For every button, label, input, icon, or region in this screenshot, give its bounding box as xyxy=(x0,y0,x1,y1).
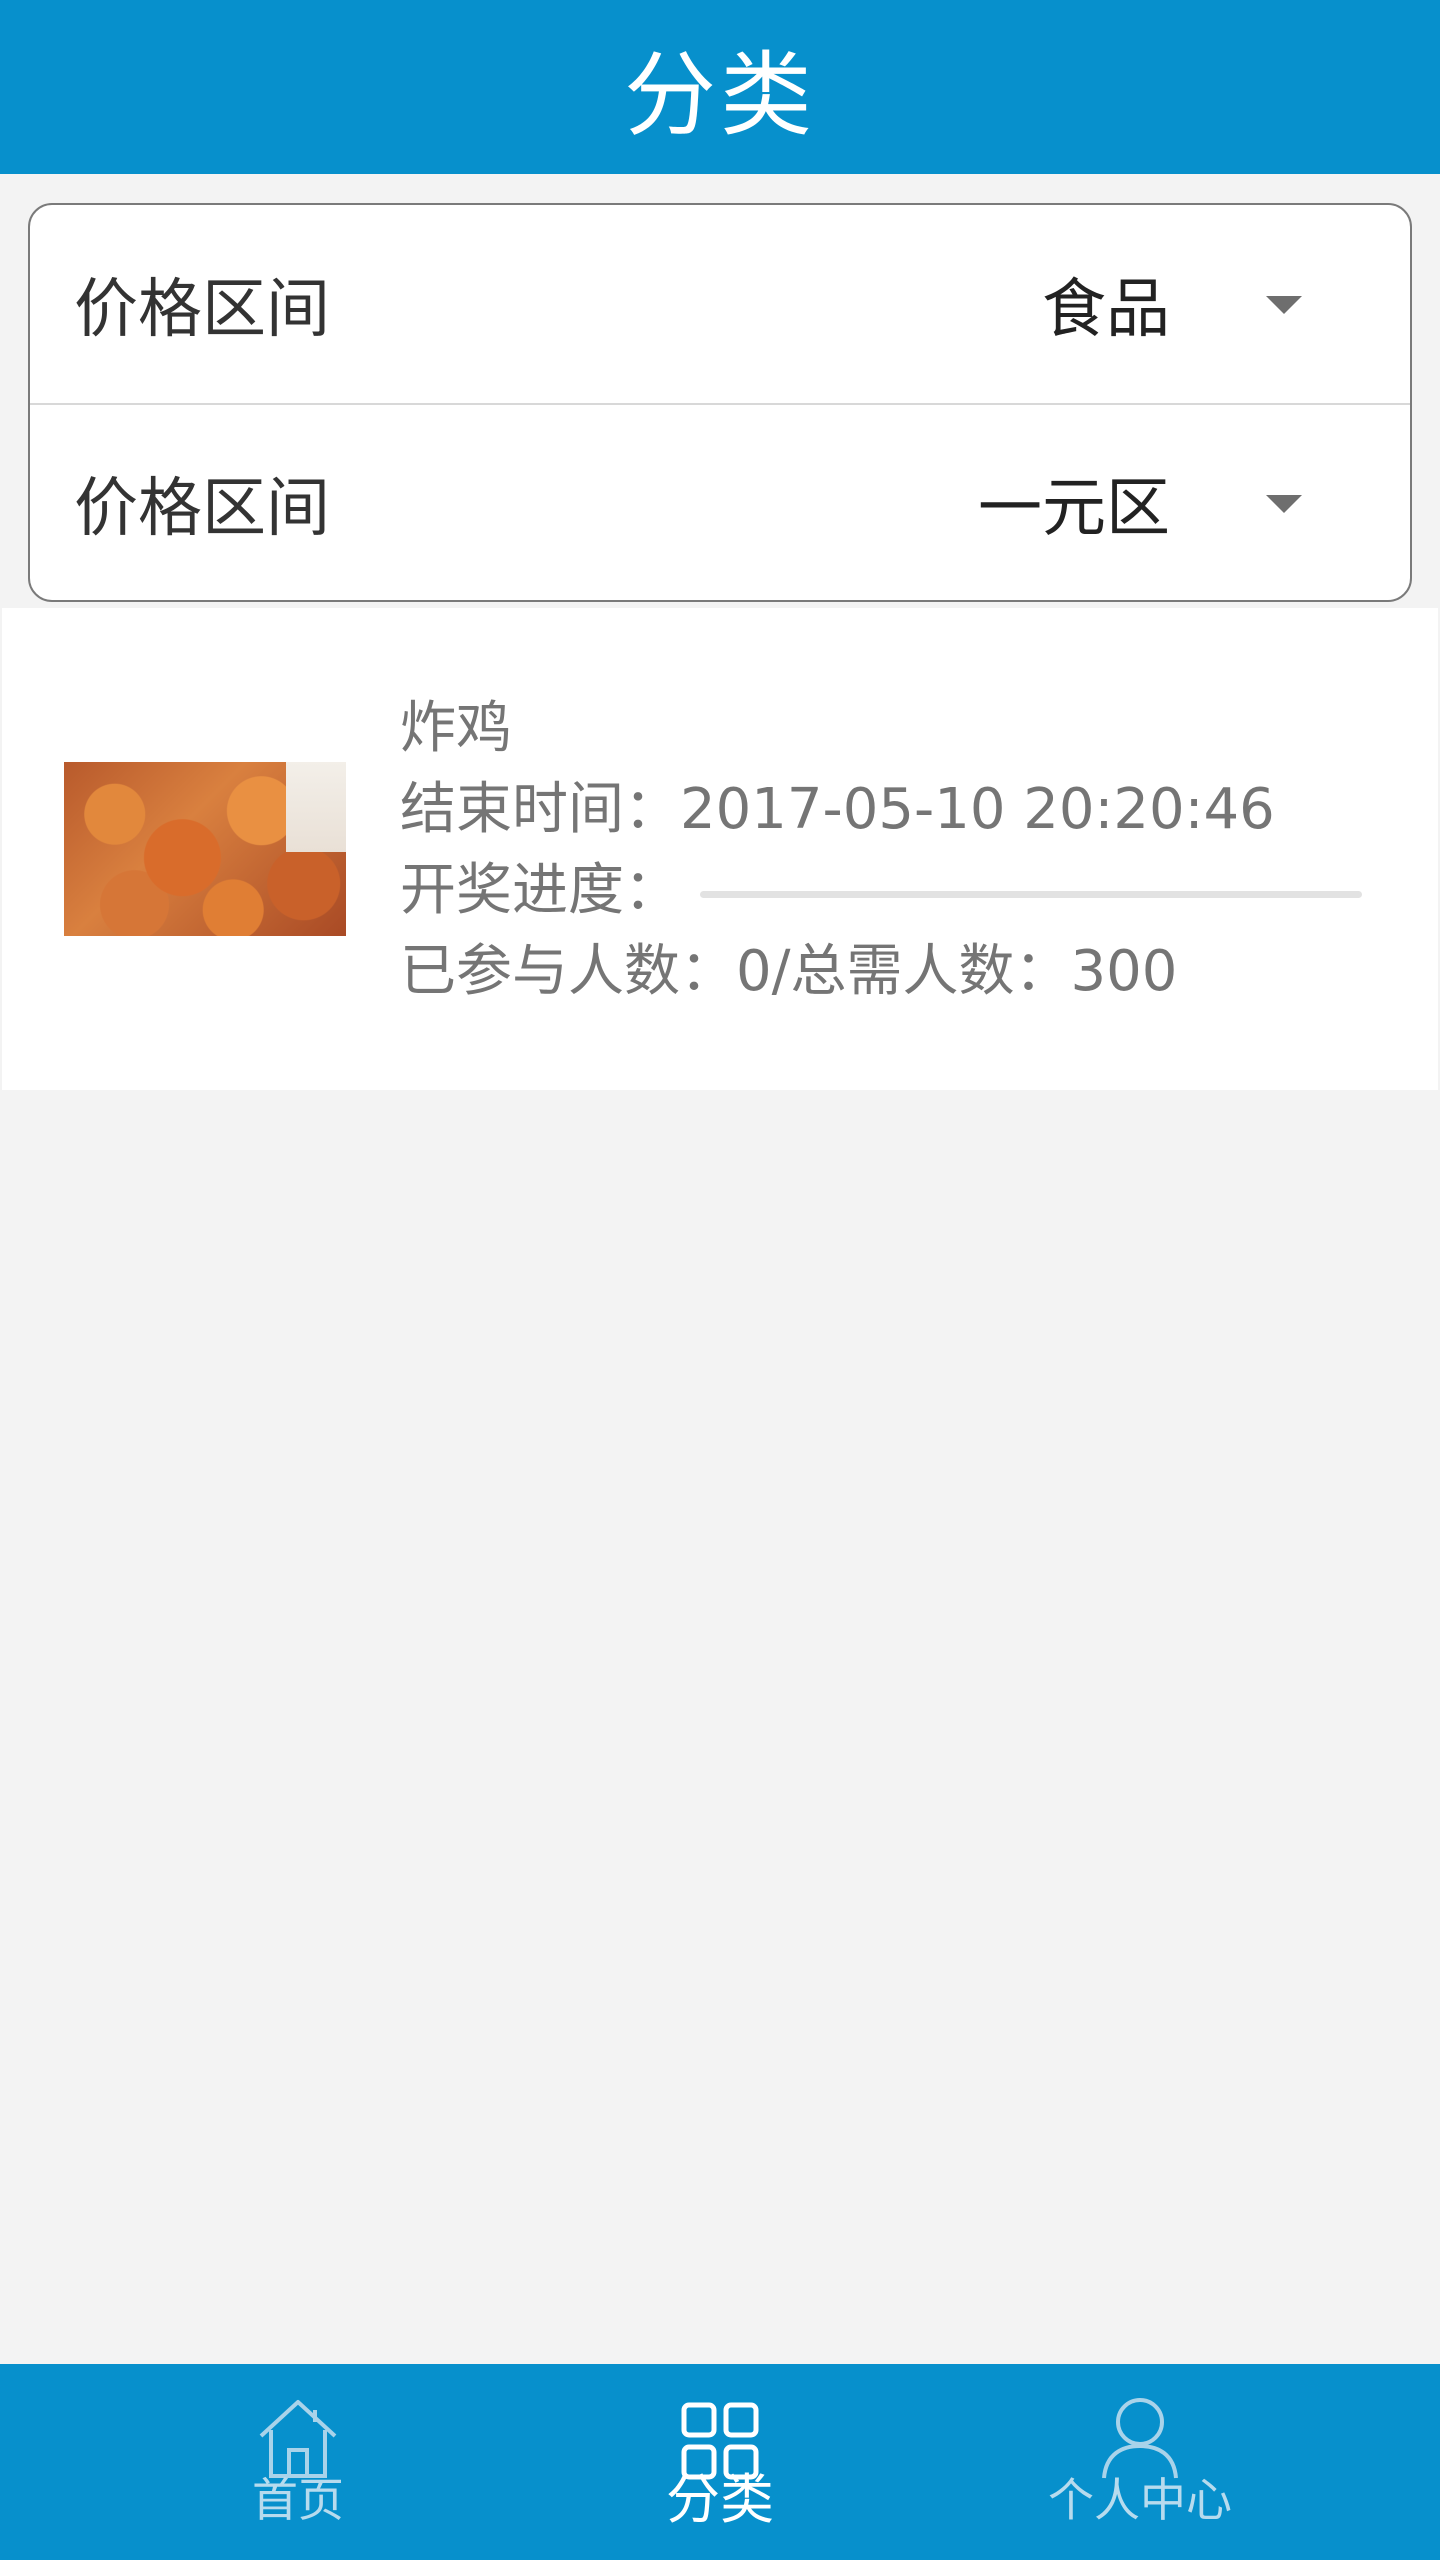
filter-panel: 价格区间 食品 价格区间 一元区 xyxy=(28,203,1412,602)
tab-label: 个人中心 xyxy=(1048,2473,1232,2527)
tab-label: 分类 xyxy=(666,2468,774,2531)
end-time-label: 结束时间： xyxy=(400,777,680,842)
end-time-line: 结束时间： 2017-05-10 20:20:46 xyxy=(400,769,1400,850)
participants-count: 0 xyxy=(736,939,772,1004)
app-root: 分类 价格区间 食品 价格区间 一元区 炸鸡 结束时间： 2017-05-10 … xyxy=(0,0,1440,2560)
home-icon[interactable] xyxy=(255,2390,341,2480)
tab-profile[interactable]: 个人中心 xyxy=(990,2364,1290,2560)
filter-label: 价格区间 xyxy=(74,273,330,347)
product-image[interactable] xyxy=(64,762,346,936)
chevron-down-icon[interactable] xyxy=(1266,296,1302,314)
count-separator: / xyxy=(771,939,791,1004)
product-info: 炸鸡 结束时间： 2017-05-10 20:20:46 开奖进度： 已参与人数… xyxy=(400,688,1400,1012)
grid-icon[interactable] xyxy=(681,2390,759,2480)
total-count: 300 xyxy=(1070,939,1178,1004)
participants-line: 已参与人数： 0 / 总需人数： 300 xyxy=(400,931,1400,1012)
end-time-value: 2017-05-10 20:20:46 xyxy=(680,777,1275,842)
tab-category[interactable]: 分类 xyxy=(570,2364,870,2560)
product-name: 炸鸡 xyxy=(400,696,512,761)
tab-home[interactable]: 首页 xyxy=(148,2364,448,2560)
filter-value[interactable]: 一元区 xyxy=(978,457,1170,549)
progress-label: 开奖进度： xyxy=(400,858,680,923)
filter-label: 价格区间 xyxy=(74,472,330,546)
header-bar: 分类 xyxy=(0,0,1440,174)
product-card[interactable]: 炸鸡 结束时间： 2017-05-10 20:20:46 开奖进度： 已参与人数… xyxy=(2,608,1438,1090)
filter-row-price-zone[interactable]: 价格区间 一元区 xyxy=(30,403,1410,600)
total-label: 总需人数： xyxy=(790,939,1071,1004)
bottom-tab-bar: 首页 分类 个人中心 xyxy=(0,2364,1440,2560)
chevron-down-icon[interactable] xyxy=(1266,495,1302,513)
participants-label: 已参与人数： xyxy=(400,939,736,1004)
progress-line: 开奖进度： xyxy=(400,850,1400,931)
filter-value[interactable]: 食品 xyxy=(1042,258,1170,350)
page-title: 分类 xyxy=(623,41,816,149)
person-icon[interactable] xyxy=(1098,2390,1182,2480)
filter-row-category[interactable]: 价格区间 食品 xyxy=(30,205,1410,403)
tab-label: 首页 xyxy=(252,2473,344,2527)
product-name-line: 炸鸡 xyxy=(400,688,1400,769)
progress-bar xyxy=(700,891,1362,898)
